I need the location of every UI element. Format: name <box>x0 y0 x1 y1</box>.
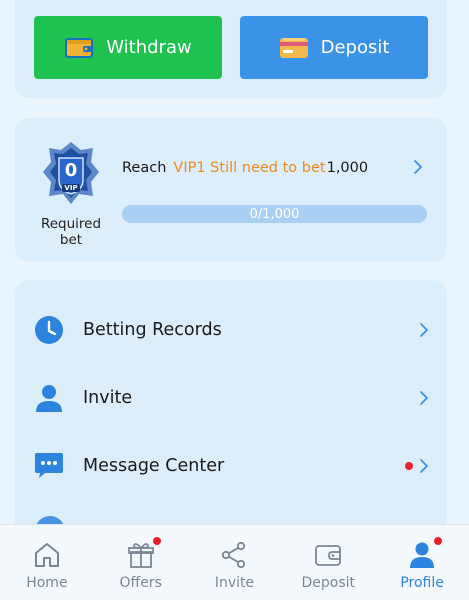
offers-badge-dot <box>152 537 161 545</box>
vip-progress-card[interactable]: 0 VIP Required bet Reach VIP1 Still need… <box>15 118 447 262</box>
wallet-icon <box>314 540 342 570</box>
required-bet-label: Required bet <box>40 216 102 248</box>
wallet-icon <box>64 36 94 60</box>
nav-label-profile: Profile <box>400 575 444 591</box>
reach-highlight: VIP1 Still need to bet <box>173 160 326 176</box>
nav-label-home: Home <box>26 575 68 591</box>
menu-item-message-center[interactable]: Message Center <box>15 439 447 493</box>
withdraw-button[interactable]: Withdraw <box>34 16 222 79</box>
chevron-right-icon[interactable] <box>413 158 423 180</box>
reach-amount: 1,000 <box>326 160 369 176</box>
chat-icon <box>33 450 65 482</box>
deposit-button[interactable]: Deposit <box>240 16 428 79</box>
vip-reach-text: Reach VIP1 Still need to bet 1,000 <box>122 158 433 178</box>
clock-icon <box>33 314 65 346</box>
share-icon <box>220 540 248 570</box>
nav-label-offers: Offers <box>119 575 162 591</box>
vip-progress-text: 0/1,000 <box>249 206 300 222</box>
reach-prefix: Reach <box>122 160 167 176</box>
menu-item-betting-records[interactable]: Betting Records <box>15 303 447 357</box>
withdraw-label: Withdraw <box>106 37 192 58</box>
nav-item-deposit[interactable]: Deposit <box>281 525 375 600</box>
nav-item-home[interactable]: Home <box>0 525 94 600</box>
nav-item-invite[interactable]: Invite <box>188 525 282 600</box>
profile-badge-dot <box>434 537 443 545</box>
menu-item-invite[interactable]: Invite <box>15 371 447 425</box>
chevron-right-icon <box>419 389 429 411</box>
vip-badge-icon: 0 VIP <box>41 140 101 206</box>
profile-page: Withdraw Deposit 0 VIP Required bet Reac… <box>0 0 469 600</box>
nav-item-profile[interactable]: Profile <box>375 525 469 600</box>
gift-icon <box>127 537 161 570</box>
vip-progress-bar: 0/1,000 <box>122 205 427 223</box>
chevron-right-icon <box>419 321 429 343</box>
vip-badge-level: 0 <box>64 160 78 181</box>
nav-item-offers[interactable]: Offers <box>94 525 188 600</box>
menu-label-message-center: Message Center <box>83 456 225 476</box>
profile-icon <box>408 537 443 570</box>
nav-label-deposit: Deposit <box>301 575 356 591</box>
menu-label-invite: Invite <box>83 388 133 408</box>
bottom-nav: Home Offers Invite Deposit Profile <box>0 524 469 600</box>
home-icon <box>33 540 61 570</box>
vip-badge-tag: VIP <box>64 184 78 192</box>
deposit-label: Deposit <box>320 37 390 58</box>
nav-label-invite: Invite <box>214 575 255 591</box>
chevron-right-icon <box>419 457 429 479</box>
menu-label-betting-records: Betting Records <box>83 320 222 340</box>
card-icon <box>279 36 309 60</box>
unread-dot <box>405 462 413 470</box>
person-icon <box>33 382 65 414</box>
